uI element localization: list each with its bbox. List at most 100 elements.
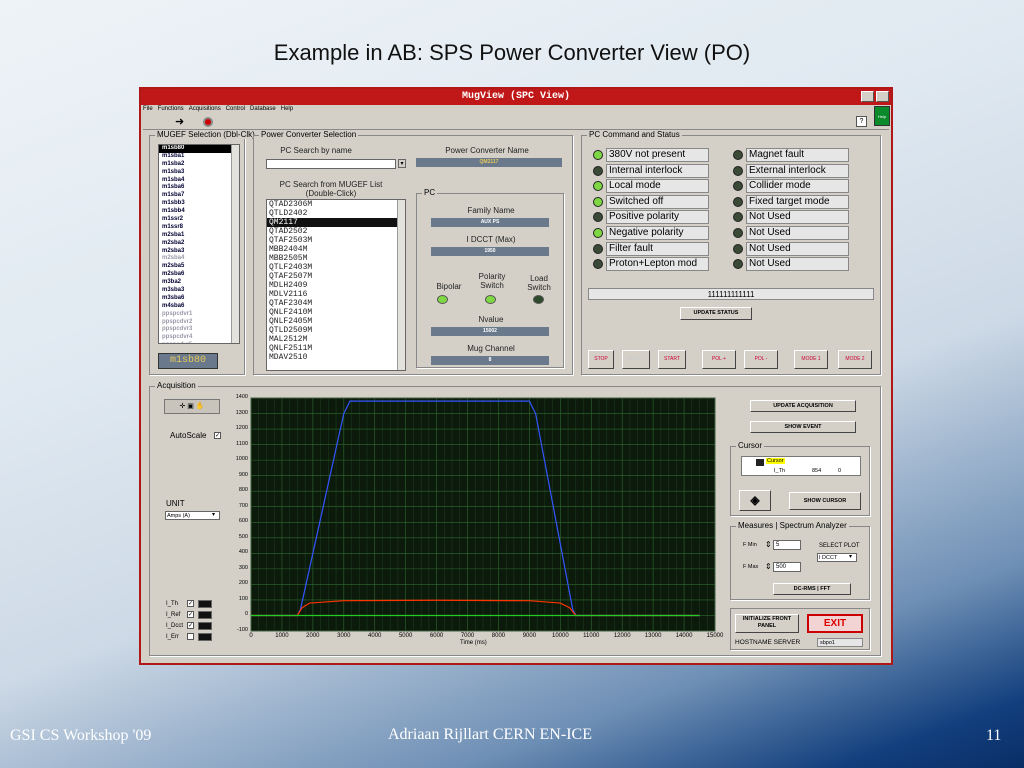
- mugef-list[interactable]: m1sb80 m1sba1 m1sba2 m1sba3 m1sba4 m1sba6 m1sb…: [158, 144, 240, 344]
- fmin-stepper-icon[interactable]: ⇕: [765, 540, 772, 549]
- list-item[interactable]: QTLD2402: [267, 209, 405, 218]
- list-item[interactable]: m2sba5: [159, 263, 239, 271]
- list-item[interactable]: MDLH2409: [267, 281, 405, 290]
- show-event-button[interactable]: SHOW EVENT: [750, 421, 856, 433]
- list-item[interactable]: m2sba3: [159, 248, 239, 256]
- run-arrow-icon[interactable]: ➜: [175, 115, 184, 128]
- menu-item[interactable]: Database: [250, 106, 276, 112]
- command-button[interactable]: STOP: [588, 350, 614, 369]
- pc-search-input[interactable]: [266, 159, 396, 169]
- list-item[interactable]: m3sba6: [159, 295, 239, 303]
- cursor-name: Cursor: [766, 458, 785, 464]
- list-item[interactable]: ppspcdvr2: [159, 319, 239, 327]
- cursor-table[interactable]: Cursor I_Th 854 0: [741, 456, 861, 476]
- list-item[interactable]: ppspcdvr4: [159, 334, 239, 342]
- x-tick-label: 6000: [429, 633, 444, 639]
- command-button[interactable]: MODE 2: [838, 350, 872, 369]
- polarity-switch-led: [485, 295, 496, 304]
- list-item[interactable]: MAL2512M: [267, 335, 405, 344]
- graph-tools-icon[interactable]: ✛ ▣ ✋: [164, 399, 220, 414]
- command-button[interactable]: RESET: [622, 350, 650, 369]
- minimize-button[interactable]: [861, 91, 874, 102]
- list-item[interactable]: ppspcdvr5: [159, 342, 239, 343]
- info-icon[interactable]: ?: [856, 116, 867, 127]
- menu-item[interactable]: Control: [226, 106, 245, 112]
- list-item[interactable]: m4sba6: [159, 303, 239, 311]
- mugef-group: MUGEF Selection (Dbl-Clk) m1sb80 m1sba1 m1…: [149, 130, 257, 375]
- signal-checkbox[interactable]: [187, 633, 194, 640]
- list-item[interactable]: m1sba7: [159, 192, 239, 200]
- menu-item[interactable]: Functions: [158, 106, 184, 112]
- signal-checkbox[interactable]: ✓: [187, 600, 194, 607]
- list-item[interactable]: QNLF2511M: [267, 344, 405, 353]
- list-item[interactable]: MDAV2510: [267, 353, 405, 362]
- list-item[interactable]: m2sba1: [159, 232, 239, 240]
- stop-icon[interactable]: [203, 117, 213, 127]
- update-status-button[interactable]: UPDATE STATUS: [680, 307, 752, 320]
- mugef-scrollbar[interactable]: [231, 145, 239, 343]
- signal-checkbox[interactable]: ✓: [187, 611, 194, 618]
- list-item[interactable]: QTAD2502: [267, 227, 405, 236]
- command-button[interactable]: POL -: [744, 350, 778, 369]
- list-item[interactable]: ppspcdvr3: [159, 326, 239, 334]
- list-item[interactable]: QM2117: [267, 218, 405, 227]
- help-corner-badge[interactable]: Help: [874, 106, 890, 126]
- status-row: Filter fault: [590, 241, 712, 256]
- list-item[interactable]: QTLD2509M: [267, 326, 405, 335]
- autoscale-checkbox[interactable]: ✓: [214, 432, 221, 439]
- list-item[interactable]: m1sb80: [159, 145, 239, 153]
- cursor-move-icon[interactable]: ◈: [739, 490, 771, 511]
- close-button[interactable]: [876, 91, 889, 102]
- x-tick-label: 9000: [522, 633, 537, 639]
- exit-button[interactable]: EXIT: [807, 614, 863, 633]
- command-button[interactable]: START: [658, 350, 686, 369]
- list-item[interactable]: m1ssr2: [159, 216, 239, 224]
- list-item[interactable]: QNLF2405M: [267, 317, 405, 326]
- show-cursor-button[interactable]: SHOW CURSOR: [789, 492, 861, 510]
- acquisition-chart[interactable]: [226, 395, 730, 655]
- pc-list[interactable]: QTAD2306M QTLD2402 QM2117 QTAD2502 QTAF2503M…: [266, 199, 406, 371]
- list-item[interactable]: QTAF2503M: [267, 236, 405, 245]
- y-tick-label: 1300: [235, 409, 248, 416]
- list-item[interactable]: m2sba2: [159, 240, 239, 248]
- list-item[interactable]: MDLV2116: [267, 290, 405, 299]
- menu-item[interactable]: Acquisitions: [189, 106, 221, 112]
- list-item[interactable]: m1sba1: [159, 153, 239, 161]
- list-item[interactable]: m2sba4: [159, 255, 239, 263]
- list-item[interactable]: ppspcdvr1: [159, 311, 239, 319]
- list-item[interactable]: m1sba4: [159, 177, 239, 185]
- list-item[interactable]: QNLF2410M: [267, 308, 405, 317]
- initialize-front-panel-button[interactable]: INITIALIZE FRONT PANEL: [735, 614, 799, 633]
- pc-search-dropdown[interactable]: ▾: [398, 159, 406, 168]
- list-item[interactable]: QTAD2306M: [267, 200, 405, 209]
- menu-item[interactable]: File: [143, 106, 153, 112]
- list-item[interactable]: m1sba3: [159, 169, 239, 177]
- fmax-input[interactable]: 500: [773, 562, 801, 572]
- signal-checkbox[interactable]: ✓: [187, 622, 194, 629]
- command-button[interactable]: POL +: [702, 350, 736, 369]
- pc-list-scrollbar[interactable]: [397, 200, 405, 370]
- fmin-input[interactable]: 5: [773, 540, 801, 550]
- fmax-stepper-icon[interactable]: ⇕: [765, 562, 772, 571]
- update-acquisition-button[interactable]: UPDATE ACQUISITION: [750, 400, 856, 412]
- list-item[interactable]: m1sbb4: [159, 208, 239, 216]
- list-item[interactable]: m1sba6: [159, 184, 239, 192]
- list-item[interactable]: m2sba6: [159, 271, 239, 279]
- list-item[interactable]: m1sba2: [159, 161, 239, 169]
- signal-label: I_Dcct: [166, 623, 184, 629]
- list-item[interactable]: m3sba3: [159, 287, 239, 295]
- list-item[interactable]: MBB2505M: [267, 254, 405, 263]
- x-tick-label: 10000: [551, 633, 569, 639]
- list-item[interactable]: m1sbb3: [159, 200, 239, 208]
- list-item[interactable]: MBB2404M: [267, 245, 405, 254]
- dcrms-fft-button[interactable]: DC-RMS | FFT: [773, 583, 851, 595]
- list-item[interactable]: QTAF2507M: [267, 272, 405, 281]
- menu-item[interactable]: Help: [281, 106, 293, 112]
- select-plot-dropdown-icon[interactable]: ▾: [849, 553, 852, 560]
- list-item[interactable]: m1ssr8: [159, 224, 239, 232]
- command-button[interactable]: MODE 1: [794, 350, 828, 369]
- list-item[interactable]: m3ba2: [159, 279, 239, 287]
- unit-dropdown-icon[interactable]: ▾: [212, 511, 215, 518]
- list-item[interactable]: QTLF2403M: [267, 263, 405, 272]
- list-item[interactable]: QTAF2304M: [267, 299, 405, 308]
